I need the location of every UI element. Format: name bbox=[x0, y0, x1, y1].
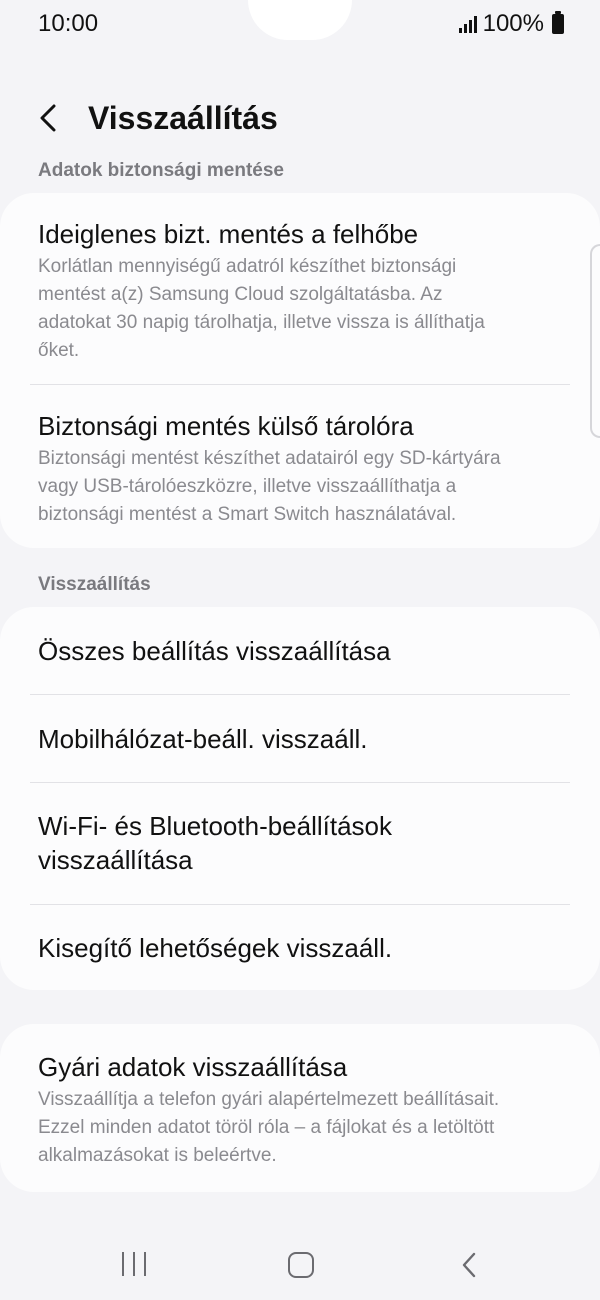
item-description: Visszaállítja a telefon gyári alapértelm… bbox=[38, 1086, 560, 1170]
item-title: visszaállítása bbox=[38, 845, 193, 875]
divider bbox=[30, 384, 570, 385]
item-title: Biztonsági mentés külső tárolóra bbox=[38, 411, 414, 441]
home-icon[interactable] bbox=[288, 1252, 314, 1278]
list-item-reset-wifi-bluetooth[interactable]: Wi-Fi- és Bluetooth-beállítások visszaál… bbox=[38, 809, 560, 877]
backup-section-clip: Adatok biztonsági mentése bbox=[0, 160, 600, 182]
navigation-bar bbox=[0, 1236, 600, 1296]
status-indicators: 100% bbox=[458, 10, 564, 38]
item-title: Wi-Fi- és Bluetooth-beállítások bbox=[38, 811, 393, 841]
section-label-backup: Adatok biztonsági mentése bbox=[38, 160, 284, 181]
battery-percent: 100% bbox=[482, 10, 544, 37]
app-header: Visszaállítás bbox=[0, 88, 600, 148]
backup-card: Ideiglenes bizt. mentés a felhőbe Korlát… bbox=[0, 193, 600, 548]
desc-line: biztonsági mentést a Smart Switch haszná… bbox=[38, 504, 457, 525]
desc-line: adatokat 30 napig tárolhatja, illetve vi… bbox=[38, 312, 485, 333]
phone-screen: 10:00 100% Visszaállítás Adatok biztonsá… bbox=[0, 0, 600, 1300]
desc-line: Ezzel minden adatot töröl róla – a fájlo… bbox=[38, 1117, 495, 1138]
status-time: 10:00 bbox=[38, 10, 99, 37]
section-label-reset: Visszaállítás bbox=[38, 574, 151, 595]
item-title: Mobilhálózat-beáll. visszaáll. bbox=[38, 724, 368, 754]
list-item-reset-accessibility[interactable]: Kisegítő lehetőségek visszaáll. bbox=[38, 931, 560, 965]
back-icon[interactable] bbox=[458, 1250, 482, 1280]
reset-card: Összes beállítás visszaállítása Mobilhál… bbox=[0, 607, 600, 990]
item-title: Kisegítő lehetőségek visszaáll. bbox=[38, 933, 393, 963]
desc-line: Korlátlan mennyiségű adatról készíthet b… bbox=[38, 256, 457, 277]
list-item-reset-all-settings[interactable]: Összes beállítás visszaállítása bbox=[38, 634, 560, 668]
list-item-reset-mobile-network[interactable]: Mobilhálózat-beáll. visszaáll. bbox=[38, 722, 560, 756]
desc-line: vagy USB-tárolóeszközre, illetve visszaá… bbox=[38, 476, 457, 497]
scrollbar[interactable] bbox=[590, 244, 600, 438]
camera-notch bbox=[248, 0, 352, 40]
battery-icon bbox=[552, 11, 564, 34]
item-description: Korlátlan mennyiségű adatról készíthet b… bbox=[38, 253, 560, 365]
divider bbox=[30, 782, 570, 783]
desc-line: mentést a(z) Samsung Cloud szolgáltatásb… bbox=[38, 284, 443, 305]
desc-line: alkalmazásokat is beleértve. bbox=[38, 1145, 277, 1166]
chevron-left-icon[interactable] bbox=[36, 100, 66, 136]
list-item-external-backup[interactable]: Biztonsági mentés külső tárolóra Biztons… bbox=[38, 409, 560, 529]
page-title: Visszaállítás bbox=[88, 100, 278, 136]
item-title: Összes beállítás visszaállítása bbox=[38, 636, 391, 666]
item-title: Ideiglenes bizt. mentés a felhőbe bbox=[38, 219, 419, 249]
desc-line: Visszaállítja a telefon gyári alapértelm… bbox=[38, 1089, 500, 1110]
list-item-cloud-backup[interactable]: Ideiglenes bizt. mentés a felhőbe Korlát… bbox=[38, 217, 560, 365]
divider bbox=[30, 904, 570, 905]
list-item-factory-reset[interactable]: Gyári adatok visszaállítása Visszaállítj… bbox=[38, 1050, 560, 1170]
desc-line: Biztonsági mentést készíthet adatairól e… bbox=[38, 448, 501, 469]
item-description: Biztonsági mentést készíthet adatairól e… bbox=[38, 445, 560, 529]
divider bbox=[30, 694, 570, 695]
desc-line: őket. bbox=[38, 340, 80, 361]
recent-apps-icon[interactable] bbox=[122, 1252, 146, 1276]
signal-icon bbox=[458, 15, 477, 33]
factory-reset-card: Gyári adatok visszaállítása Visszaállítj… bbox=[0, 1024, 600, 1192]
item-title: Gyári adatok visszaállítása bbox=[38, 1052, 348, 1082]
status-bar: 10:00 100% bbox=[0, 0, 600, 48]
